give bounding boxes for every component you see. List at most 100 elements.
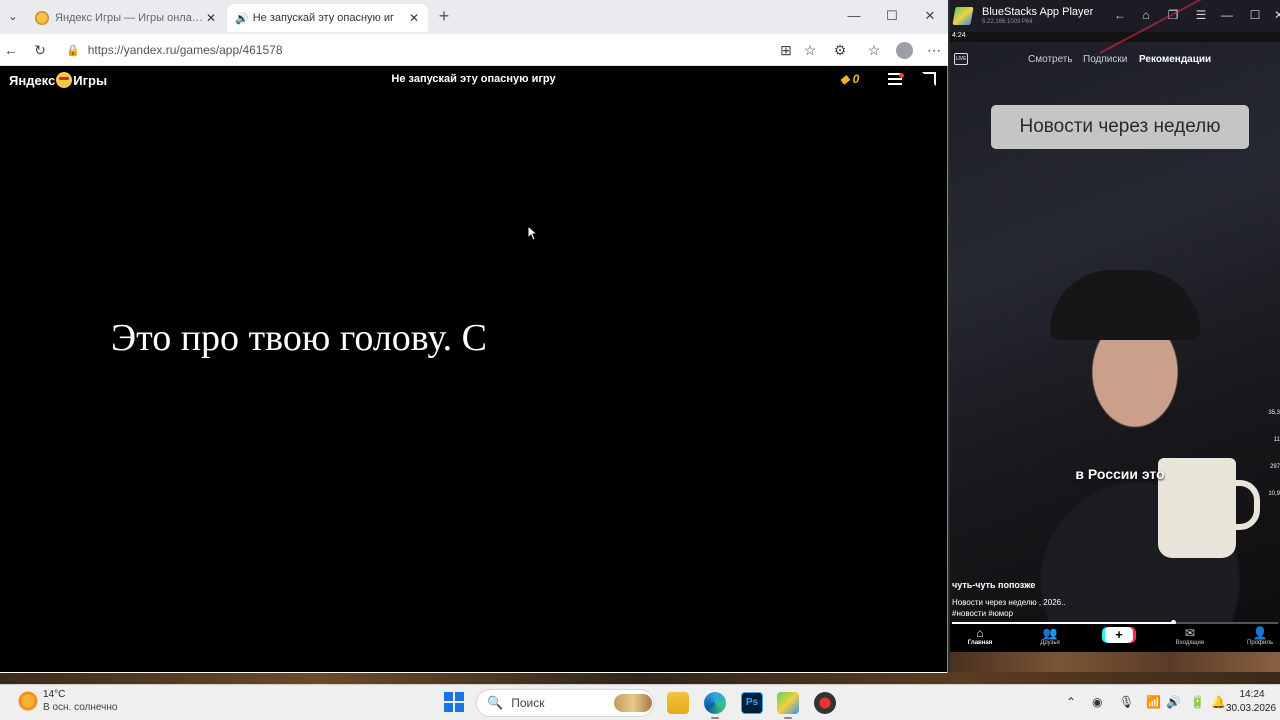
search-placeholder: Поиск [511, 696, 545, 710]
nav-home[interactable]: ⌂ Главная [960, 626, 1000, 647]
bluestacks-version: 5.22.166.1003 P64 [982, 19, 1033, 25]
tab-subscriptions[interactable]: Подписки [1083, 54, 1127, 65]
active-app-indicator [711, 717, 719, 719]
game-dialogue-text: Это про твою голову. С [111, 317, 487, 359]
bluestacks-bottom-wallpaper [950, 652, 1280, 672]
tray-app-icon[interactable]: ◉ [1092, 695, 1102, 709]
notification-bell-icon[interactable]: 🔔 [1211, 695, 1226, 709]
bluestacks-taskbar-icon[interactable] [777, 692, 799, 714]
clock-time[interactable]: 14:24 [1232, 689, 1272, 700]
bluestacks-logo-icon [952, 7, 974, 25]
favorite-star-icon[interactable]: ☆ [800, 40, 820, 60]
profile-avatar-icon[interactable] [896, 42, 913, 59]
refresh-icon[interactable]: ↻ [30, 40, 50, 60]
start-windows-icon[interactable] [444, 692, 464, 712]
nav-label: Главная [967, 640, 993, 646]
post-description: Новости через неделю , 2026.. #новости #… [952, 597, 1066, 619]
browser-toolbar: ← ↻ 🔒 https://yandex.ru/games/app/461578… [0, 34, 948, 66]
photoshop-icon[interactable]: Ps [741, 692, 763, 714]
close-tab-icon[interactable]: ✕ [203, 11, 219, 25]
app-available-icon[interactable]: ⊞ [776, 40, 796, 60]
tab-actions-chevron-icon[interactable]: ⌄ [2, 6, 24, 28]
tab-title: Не запускай эту опасную иг [252, 12, 395, 24]
volume-icon[interactable]: 🔊 [1166, 695, 1181, 709]
coin-count: 0 [852, 72, 860, 86]
edge-browser-icon[interactable] [704, 692, 726, 714]
nav-inbox[interactable]: ✉ Входящие [1170, 626, 1210, 647]
weather-temperature[interactable]: 14°C [43, 689, 65, 700]
inbox-icon: ✉ [1184, 626, 1196, 640]
weather-sun-icon[interactable] [18, 691, 38, 711]
favorites-icon[interactable]: ☆ [864, 40, 884, 60]
tab-watch[interactable]: Смотреть [1028, 54, 1073, 65]
fullscreen-icon[interactable] [922, 72, 936, 86]
tab-bar: ⌄ Яндекс Игры — Игры онлайн бе ✕ 🔊 Не за… [0, 0, 948, 84]
microphone-icon[interactable]: 🎙 [1119, 695, 1134, 709]
tab-yandex-games[interactable]: Яндекс Игры — Игры онлайн бе ✕ [27, 4, 225, 32]
live-icon[interactable]: LIVE [954, 53, 968, 65]
mouse-cursor-icon [527, 225, 537, 241]
weather-description[interactable]: В осн. солнечно [43, 702, 117, 713]
audio-playing-icon[interactable]: 🔊 [235, 12, 249, 25]
comment-count[interactable]: 11 [1268, 437, 1280, 443]
desktop-wallpaper [0, 672, 1280, 684]
like-count[interactable]: 35,3 [1268, 410, 1280, 416]
post-hashtags[interactable]: #новости #юмор [952, 608, 1066, 619]
tab-title: Яндекс Игры — Игры онлайн бе [55, 12, 203, 24]
video-headline-overlay: Новости через неделю [991, 105, 1249, 149]
close-window-icon[interactable]: ✕ [920, 8, 940, 24]
bs-minimize-icon[interactable]: — [1218, 8, 1236, 22]
friends-icon: 👥 [1042, 626, 1058, 640]
recorder-icon[interactable] [814, 692, 836, 714]
bs-home-icon[interactable]: ⌂ [1137, 8, 1155, 22]
active-app-indicator [784, 717, 792, 719]
nav-profile[interactable]: 👤 Профиль [1240, 626, 1280, 647]
status-time: 4:24 [952, 32, 966, 39]
url-text: https://yandex.ru/games/app/461578 [87, 43, 283, 57]
battery-icon[interactable]: 🔋 [1190, 695, 1205, 709]
close-tab-icon[interactable]: ✕ [406, 11, 422, 25]
coin-balance[interactable]: ◆ 0 [840, 72, 859, 86]
home-icon: ⌂ [976, 626, 984, 640]
share-count[interactable]: 10,9 [1268, 491, 1280, 497]
search-icon: 🔍 [487, 695, 504, 710]
bs-close-icon[interactable]: ✕ [1270, 8, 1280, 22]
windows-taskbar: 14°C В осн. солнечно 🔍 Поиск Ps ⌃ ◉ 🎙 📶 … [0, 684, 1280, 720]
tray-chevron-up-icon[interactable]: ⌃ [1066, 695, 1076, 709]
post-title[interactable]: чуть-чуть попозже [952, 580, 1035, 590]
address-bar[interactable]: 🔒 https://yandex.ru/games/app/461578 [58, 38, 770, 62]
nav-label: Входящие [1175, 640, 1205, 646]
nav-label: Профиль [1247, 640, 1273, 646]
site-info-lock-icon[interactable]: 🔒 [66, 44, 80, 57]
back-arrow-icon[interactable]: ← [1, 40, 21, 60]
action-rail: 35,3 11 297 10,9 [1268, 410, 1280, 518]
new-tab-plus-icon[interactable]: + [434, 7, 454, 27]
more-menu-icon[interactable]: ⋯ [924, 40, 944, 60]
file-explorer-icon[interactable] [667, 692, 689, 714]
bluestacks-app-name: BlueStacks App Player [982, 6, 1094, 18]
video-subtitle: в России это [1075, 466, 1165, 482]
create-post-plus-icon[interactable]: + [1105, 627, 1133, 643]
bs-back-icon[interactable]: ← [1111, 8, 1129, 22]
clock-date[interactable]: 30.03.2026 [1226, 703, 1276, 714]
search-highlight-image[interactable] [614, 694, 652, 712]
notification-dot [899, 73, 904, 78]
save-count[interactable]: 297 [1268, 464, 1280, 470]
minimize-icon[interactable]: — [844, 8, 864, 23]
game-title: Не запускай эту опасную игру [391, 73, 556, 85]
profile-icon: 👤 [1252, 626, 1268, 640]
extensions-icon[interactable]: ⚙ [830, 40, 850, 60]
wifi-icon[interactable]: 📶 [1146, 695, 1161, 709]
bluestacks-window: BlueStacks App Player 5.22.166.1003 P64 … [950, 0, 1280, 672]
tab-recommendations[interactable]: Рекомендации [1139, 54, 1211, 65]
game-canvas[interactable]: Яндекс Игры Не запускай эту опасную игру… [0, 66, 947, 672]
bs-menu-icon[interactable]: ☰ [1192, 8, 1210, 22]
maximize-icon[interactable]: ☐ [882, 8, 902, 24]
nav-friends[interactable]: 👥 Друзья [1030, 626, 1070, 647]
post-desc-line: Новости через неделю , 2026.. [952, 598, 1066, 607]
person-cap [1050, 270, 1200, 340]
nav-label: Друзья [1040, 640, 1060, 646]
tab-game[interactable]: 🔊 Не запускай эту опасную иг ✕ [227, 4, 428, 84]
bs-maximize-icon[interactable]: ☐ [1246, 8, 1264, 22]
yandex-games-favicon-icon [35, 11, 49, 25]
